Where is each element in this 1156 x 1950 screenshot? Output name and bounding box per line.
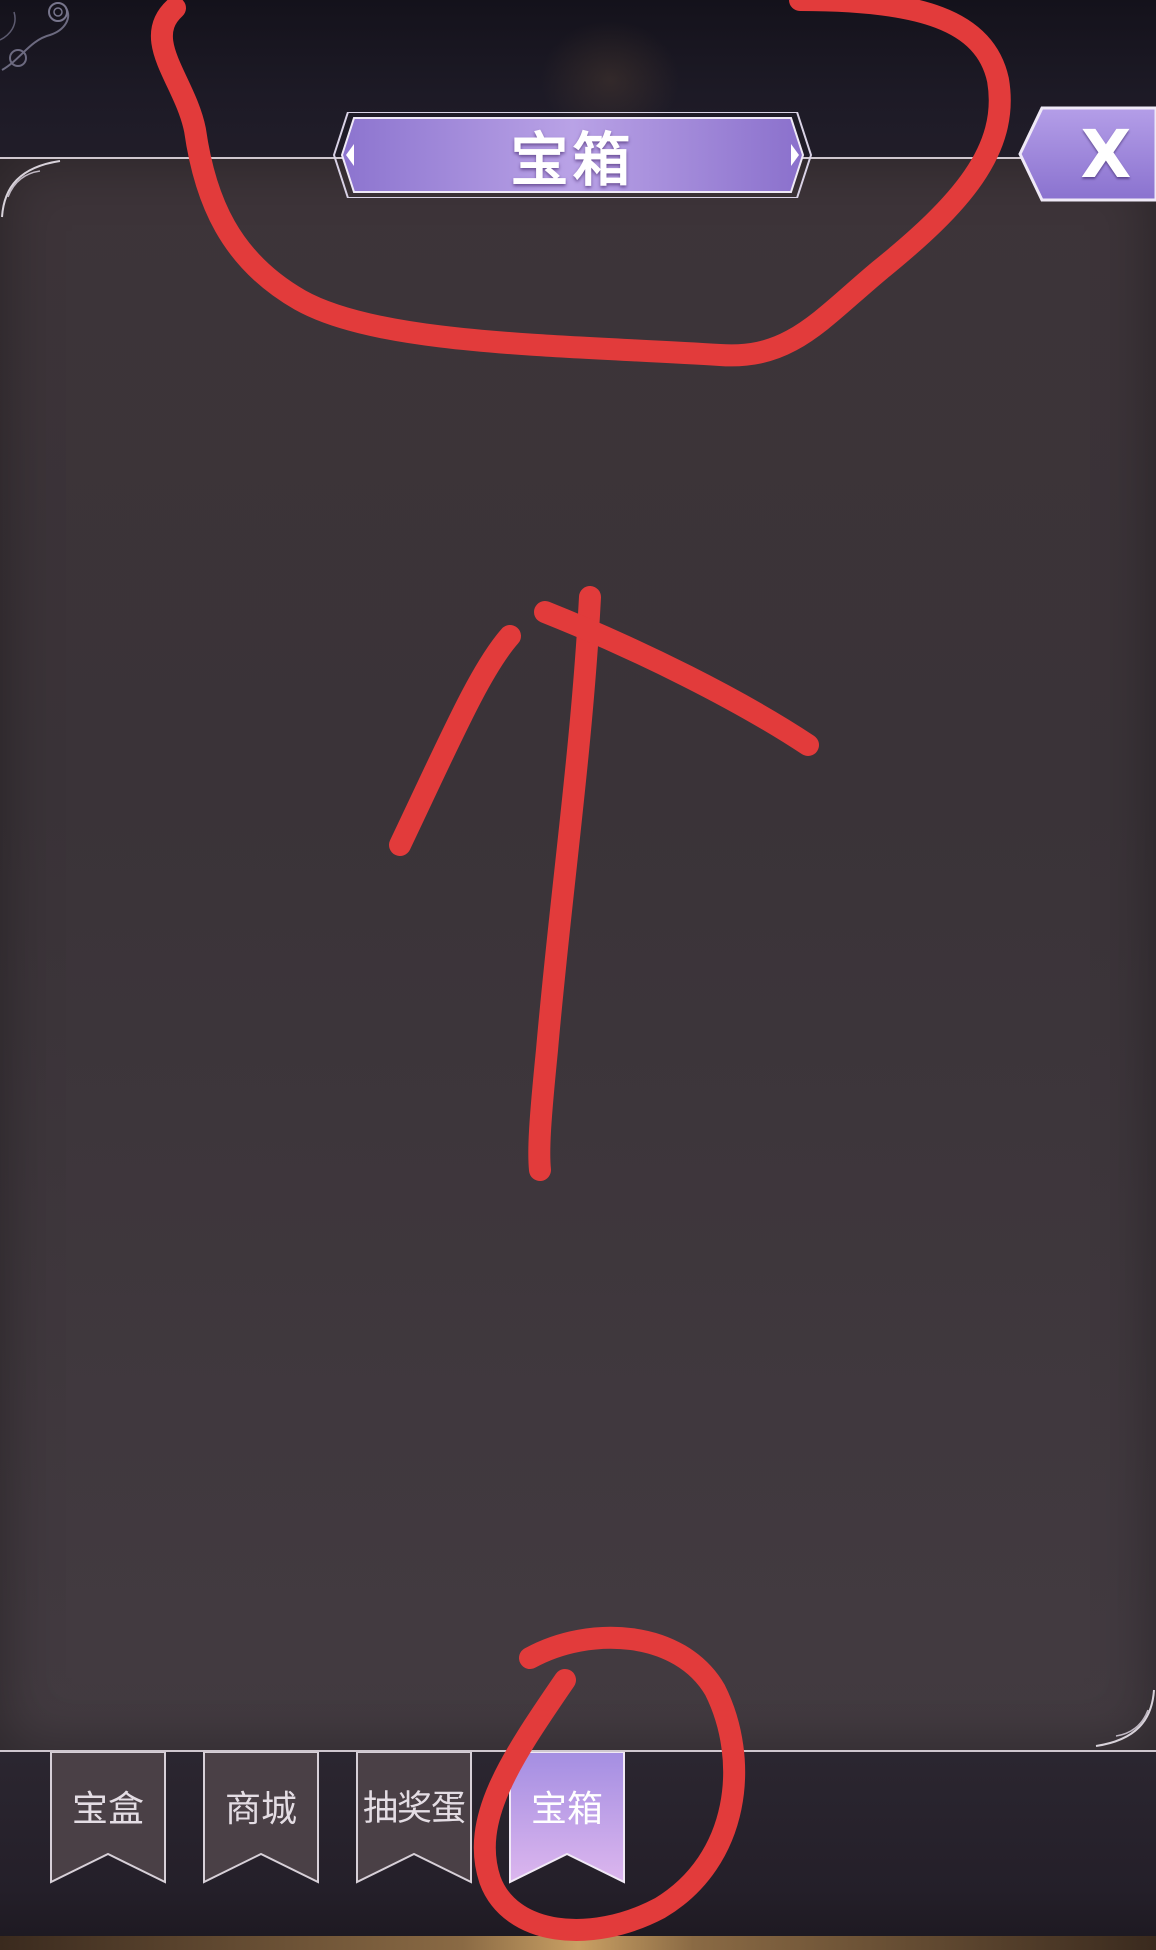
- tab-label: 宝箱: [530, 1789, 603, 1830]
- tab-lottery-egg[interactable]: 抽奖蛋: [356, 1752, 472, 1884]
- tab-treasure-box[interactable]: 宝盒: [50, 1752, 166, 1884]
- tab-shop[interactable]: 商城: [203, 1752, 319, 1884]
- tab-label: 商城: [224, 1789, 297, 1830]
- title-banner: 宝箱: [320, 112, 825, 198]
- tab-label: 宝盒: [71, 1789, 144, 1830]
- corner-ornament-icon: [0, 2, 70, 71]
- tab-treasure-chest[interactable]: 宝箱: [509, 1752, 625, 1884]
- panel-corner-flourish-icon: [1, 160, 61, 218]
- close-button[interactable]: X: [1018, 106, 1156, 202]
- game-screen: 宝箱 X 宝盒 商城 抽奖蛋 宝箱: [0, 0, 1156, 1950]
- bottom-gold-trim: [0, 1936, 1156, 1950]
- content-panel: [0, 157, 1156, 1752]
- tab-label: 抽奖蛋: [362, 1789, 466, 1829]
- close-icon: X: [1080, 115, 1132, 193]
- page-title: 宝箱: [510, 126, 635, 194]
- panel-corner-flourish-icon: [1095, 1689, 1155, 1747]
